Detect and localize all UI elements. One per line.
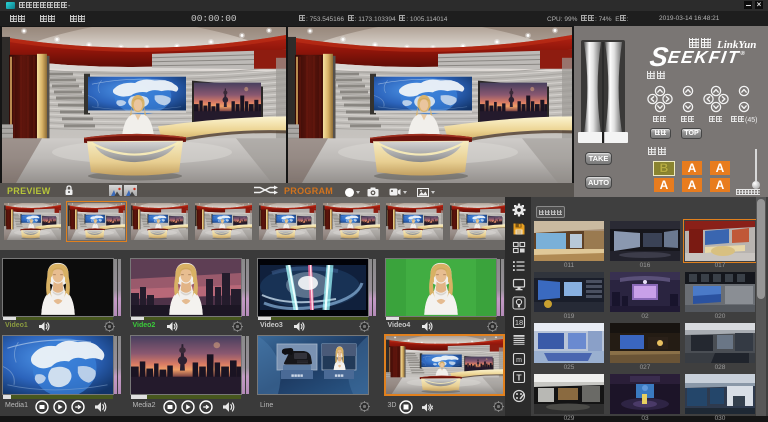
- svg-text:■■■■: ■■■■: [291, 373, 303, 379]
- svg-text:18: 18: [515, 318, 523, 327]
- svg-text:T: T: [516, 373, 522, 383]
- svg-text:m: m: [516, 357, 522, 364]
- svg-text:■■■: ■■■: [334, 373, 343, 379]
